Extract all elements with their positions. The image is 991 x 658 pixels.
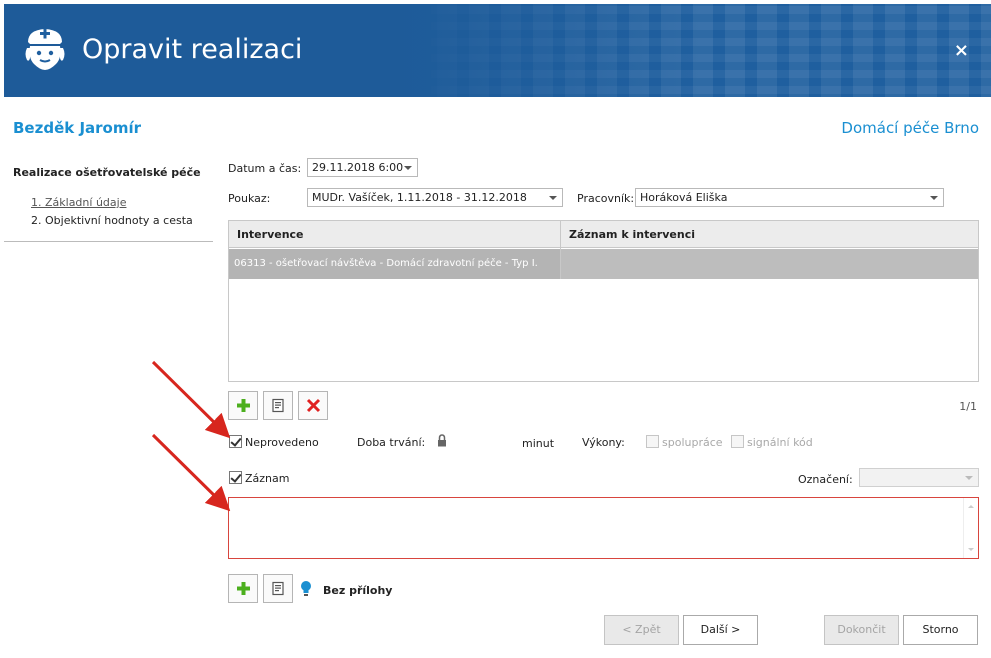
cell-record	[561, 249, 978, 279]
cooperation-checkbox[interactable]	[646, 435, 659, 448]
document-edit-icon	[272, 398, 284, 413]
chevron-down-icon	[404, 166, 412, 170]
plus-icon	[237, 399, 250, 412]
sidebar-divider	[4, 241, 213, 242]
voucher-value: MUDr. Vašíček, 1.11.2018 - 31.12.2018	[312, 191, 527, 204]
signal-code-label: signální kód	[747, 436, 813, 449]
table-row[interactable]: 06313 - ošetřovací návštěva - Domácí zdr…	[229, 249, 978, 279]
chevron-down-icon	[549, 196, 557, 200]
close-icon[interactable]: ×	[954, 40, 969, 61]
arrow-to-record-textarea	[151, 433, 231, 512]
record-textarea[interactable]	[228, 497, 979, 559]
duration-unit: minut	[522, 437, 555, 450]
attachments-status: Bez přílohy	[323, 584, 393, 597]
grid-header: Intervence Záznam k intervenci	[229, 221, 978, 248]
datetime-value: 29.11.2018 6:00	[312, 161, 404, 174]
signal-code-checkbox[interactable]	[731, 435, 744, 448]
record-label: Záznam	[245, 472, 290, 485]
next-button[interactable]: Další >	[683, 615, 758, 645]
datetime-select[interactable]: 29.11.2018 6:00	[307, 158, 418, 177]
datetime-label: Datum a čas:	[228, 162, 302, 175]
arrow-to-not-performed	[151, 360, 231, 439]
add-intervention-button[interactable]	[228, 391, 258, 420]
document-edit-icon	[272, 581, 284, 596]
sidebar-title: Realizace ošetřovatelské péče	[13, 166, 201, 179]
record-checkbox[interactable]	[229, 471, 242, 484]
cancel-button[interactable]: Storno	[903, 615, 978, 645]
edit-intervention-button[interactable]	[263, 391, 293, 420]
performances-label: Výkony:	[582, 436, 625, 449]
finish-button[interactable]: Dokončit	[824, 615, 899, 645]
marking-label: Označení:	[798, 473, 853, 486]
scroll-up-icon	[968, 505, 974, 508]
delete-intervention-button[interactable]	[298, 391, 328, 420]
delete-x-icon	[306, 398, 321, 413]
grid-pager: 1/1	[959, 400, 977, 413]
sidebar-step-basic[interactable]: 1. Základní údaje	[31, 196, 126, 209]
patient-name: Bezděk Jaromír	[13, 119, 142, 137]
add-attachment-button[interactable]	[228, 574, 258, 603]
sidebar-step-objective[interactable]: 2. Objektivní hodnoty a cesta	[31, 214, 193, 227]
cooperation-label: spolupráce	[662, 436, 723, 449]
marking-select[interactable]	[859, 468, 979, 487]
worker-label: Pracovník:	[577, 192, 635, 205]
column-header-record[interactable]: Záznam k intervenci	[569, 228, 695, 241]
chevron-down-icon	[965, 476, 973, 480]
not-performed-checkbox[interactable]	[229, 435, 242, 448]
chevron-down-icon	[930, 196, 938, 200]
cell-intervention: 06313 - ošetřovací návštěva - Domácí zdr…	[234, 258, 538, 269]
column-header-intervention[interactable]: Intervence	[237, 228, 304, 241]
organization-name: Domácí péče Brno	[841, 119, 979, 137]
textarea-scrollbar[interactable]	[963, 498, 978, 558]
lightbulb-icon	[301, 581, 311, 596]
worker-value: Horáková Eliška	[640, 191, 728, 204]
dialog-title: Opravit realizaci	[82, 34, 303, 65]
nurse-logo-icon	[25, 28, 65, 70]
dialog-header: Opravit realizaci ×	[4, 4, 991, 97]
edit-attachment-button[interactable]	[263, 574, 293, 603]
plus-icon	[237, 582, 250, 595]
voucher-label: Poukaz:	[228, 192, 271, 205]
intervention-grid: Intervence Záznam k intervenci 06313 - o…	[228, 220, 979, 382]
worker-select[interactable]: Horáková Eliška	[635, 188, 944, 207]
not-performed-label: Neprovedeno	[245, 436, 319, 449]
duration-label: Doba trvání:	[357, 436, 426, 449]
voucher-select[interactable]: MUDr. Vašíček, 1.11.2018 - 31.12.2018	[307, 188, 563, 207]
scroll-down-icon	[968, 548, 974, 551]
back-button[interactable]: < Zpět	[604, 615, 679, 645]
lock-icon	[438, 434, 446, 447]
